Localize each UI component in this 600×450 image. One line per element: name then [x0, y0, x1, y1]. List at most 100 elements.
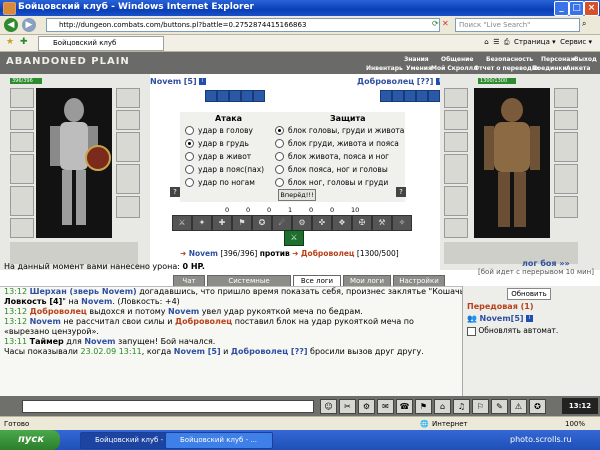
enemy-name[interactable]: Доброволец [??] i	[357, 77, 443, 86]
skill-icon[interactable]: ✜	[312, 215, 332, 231]
menu-scroll[interactable]: Мой Скроллл	[431, 65, 477, 72]
chat-nick[interactable]: Доброволец [??]	[231, 347, 308, 356]
attack-radio[interactable]	[185, 151, 194, 161]
toolbar-icon[interactable]: ✂	[339, 399, 356, 414]
auto-update-option[interactable]: Обновлять автомат.	[467, 326, 558, 336]
toolbar-icon[interactable]: ⚠	[510, 399, 527, 414]
menu-profile[interactable]: Анкета	[566, 65, 590, 72]
menu-inventory[interactable]: Инвентарь	[366, 65, 403, 72]
menu-exit[interactable]: Выход	[574, 56, 597, 63]
enemy-earring-slot[interactable]	[444, 110, 468, 130]
attack-radio[interactable]	[185, 164, 194, 174]
enemy-pants-slot[interactable]	[554, 164, 578, 194]
player-name[interactable]: Novem [5] i	[150, 77, 207, 86]
battle-log-link[interactable]: лог боя »»	[522, 259, 570, 268]
attack-option[interactable]: удар в грудь	[185, 138, 249, 149]
toolbar-icon[interactable]: ✉	[377, 399, 394, 414]
defense-radio[interactable]	[275, 164, 284, 174]
boots-slot[interactable]	[116, 196, 140, 218]
menu-transfers[interactable]: Отчет о переводах	[474, 65, 540, 72]
back-icon[interactable]: ◀	[4, 18, 18, 32]
attack-radio[interactable]	[185, 138, 194, 148]
effect-slot[interactable]	[380, 90, 392, 102]
maximize-button[interactable]: □	[569, 1, 584, 16]
favorites-star-icon[interactable]: ★	[6, 37, 14, 47]
ring-slot[interactable]	[116, 110, 140, 130]
skill-icon[interactable]: ⚔	[172, 215, 192, 231]
chat-nick[interactable]: Доброволец	[175, 317, 232, 326]
toolbar-icon[interactable]: ✪	[529, 399, 546, 414]
skill-icon[interactable]: ⚑	[232, 215, 252, 231]
shield-slot[interactable]	[116, 132, 140, 162]
chat-nick[interactable]: Novem	[81, 297, 112, 306]
enemy-ring-slot[interactable]	[554, 110, 578, 130]
enemy-boots-slot[interactable]	[554, 196, 578, 218]
attack-option[interactable]: удар в голову	[185, 125, 253, 136]
effect-slot[interactable]	[428, 90, 440, 102]
print-icon[interactable]: ⎙	[504, 38, 510, 46]
defense-radio[interactable]	[275, 151, 284, 161]
refresh-icon[interactable]: ⟳	[432, 19, 439, 28]
pants-slot[interactable]	[116, 164, 140, 194]
attack-radio[interactable]	[185, 177, 194, 187]
toolbar-icon[interactable]: ⌂	[434, 399, 451, 414]
effect-slot[interactable]	[217, 90, 229, 102]
tab-battle[interactable]: Бойцовский клуб	[38, 36, 164, 51]
chat-nick[interactable]: Novem	[30, 317, 61, 326]
toolbar-icon[interactable]: ☎	[396, 399, 413, 414]
skill-icon[interactable]: ❖	[332, 215, 352, 231]
enemy-helmet-slot[interactable]	[444, 88, 468, 108]
toolbar-icon[interactable]: ☺	[320, 399, 337, 414]
search-input[interactable]: Поиск "Live Search"	[455, 18, 580, 32]
defense-radio[interactable]	[275, 138, 284, 148]
belt-slot[interactable]	[10, 218, 34, 238]
info-icon[interactable]: i	[199, 78, 207, 85]
toolbar-icon[interactable]: ⚙	[358, 399, 375, 414]
page-menu[interactable]: Страница	[514, 38, 550, 46]
defense-radio[interactable]	[275, 125, 284, 135]
enemy-shield-slot[interactable]	[554, 132, 578, 162]
defense-option[interactable]: блок живота, пояса и ног	[275, 151, 389, 162]
enemy-armor-slot[interactable]	[444, 186, 468, 216]
menu-security[interactable]: Безопасность	[486, 56, 533, 63]
menu-skills[interactable]: Умения	[406, 65, 432, 72]
effect-slot[interactable]	[229, 90, 241, 102]
attack-option[interactable]: удар в пояс(пах)	[185, 164, 264, 175]
defense-option[interactable]: блок головы, груди и живота	[275, 125, 404, 136]
effect-slot[interactable]	[241, 90, 253, 102]
forward-button[interactable]: Вперёд!!!	[278, 189, 316, 201]
menu-knowledge[interactable]: Знания	[404, 56, 429, 63]
skill-icon[interactable]: ✦	[192, 215, 212, 231]
weapon-slot[interactable]	[10, 154, 34, 184]
effect-slot[interactable]	[416, 90, 428, 102]
defense-radio[interactable]	[275, 177, 284, 187]
attack-option[interactable]: удар по ногам	[185, 177, 255, 188]
skill-icon[interactable]: ⚙	[292, 215, 312, 231]
stop-icon[interactable]: ✕	[442, 19, 449, 28]
toolbar-icon[interactable]: ✎	[491, 399, 508, 414]
start-button[interactable]: пуск	[0, 430, 60, 450]
effect-slot[interactable]	[253, 90, 265, 102]
menu-battles[interactable]: Поединки	[532, 65, 567, 72]
chat-nick[interactable]: Novem [5]	[174, 347, 221, 356]
effect-slot[interactable]	[205, 90, 217, 102]
toolbar-icon[interactable]: ♫	[453, 399, 470, 414]
url-input[interactable]: http://dungeon.combats.com/buttons.pl?ba…	[46, 18, 440, 32]
defense-option[interactable]: блок пояса, ног и головы	[275, 164, 388, 175]
chat-input[interactable]	[22, 400, 314, 413]
skill-icon[interactable]: ✠	[352, 215, 372, 231]
minimize-button[interactable]: _	[554, 1, 569, 16]
attack-radio[interactable]	[185, 125, 194, 135]
attack-hint-icon[interactable]: ?	[170, 187, 180, 197]
auto-update-checkbox[interactable]	[467, 326, 476, 336]
skill-icon[interactable]: ✚	[212, 215, 232, 231]
status-zoom[interactable]: 100%	[565, 417, 585, 431]
enemy-gloves-slot[interactable]	[554, 88, 578, 108]
earring-slot[interactable]	[10, 110, 34, 130]
gloves-slot[interactable]	[116, 88, 140, 108]
armor-slot[interactable]	[10, 186, 34, 216]
front-line-member[interactable]: 👥 Novem[5] i	[467, 314, 534, 323]
enemy-belt-slot[interactable]	[444, 218, 468, 238]
defense-hint-icon[interactable]: ?	[396, 187, 406, 197]
enemy-weapon-slot[interactable]	[444, 154, 468, 184]
